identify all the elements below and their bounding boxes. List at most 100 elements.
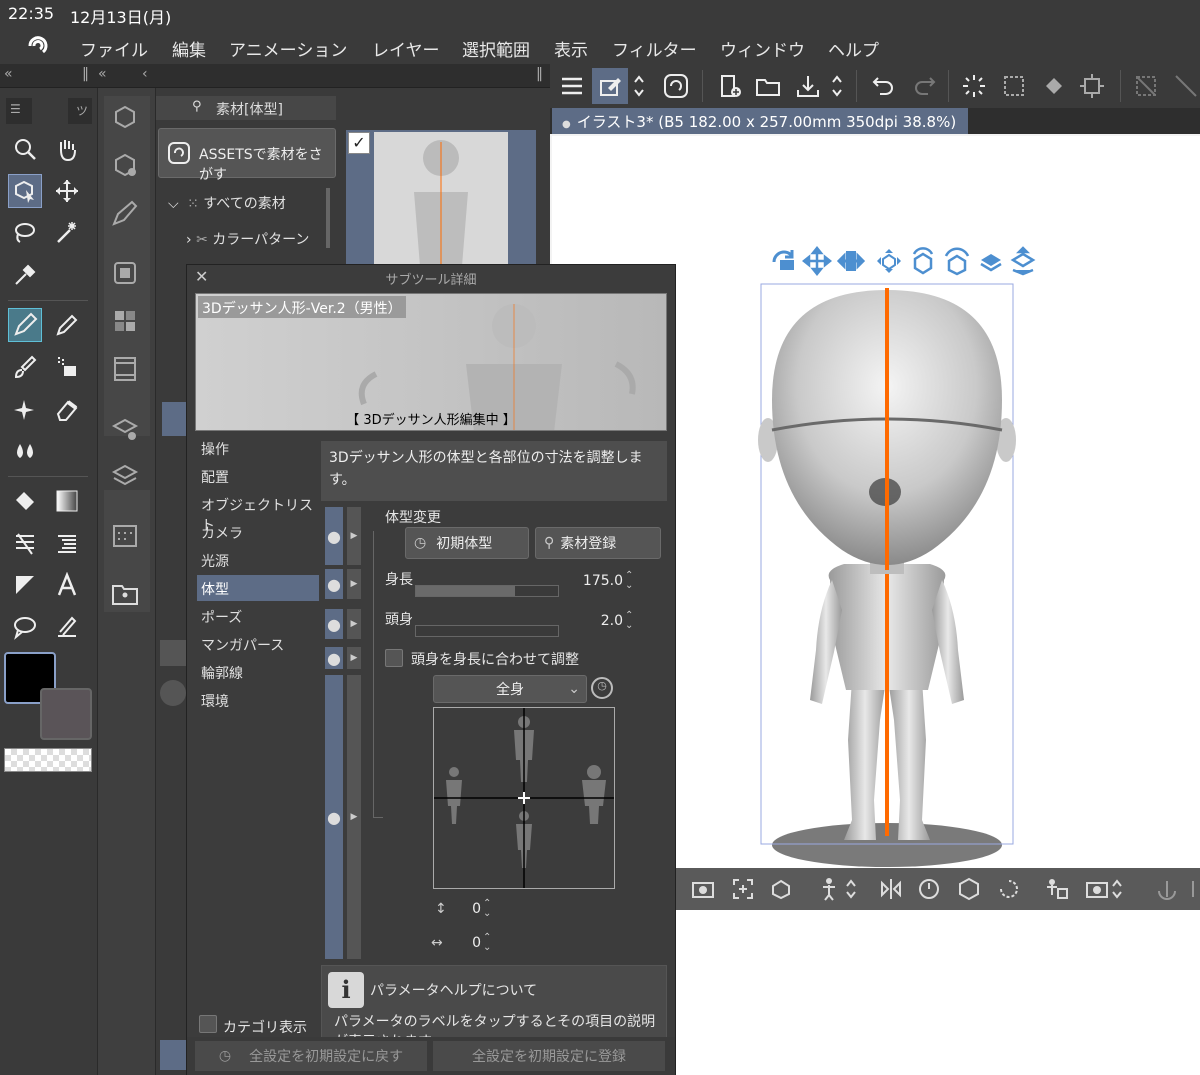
updown-icon[interactable] [1108,874,1126,904]
flip-icon[interactable] [876,874,906,904]
tool-palette-tab[interactable]: ☰ ツ [6,98,92,124]
frame-border-icon[interactable] [8,568,42,602]
figure-tool-icon[interactable] [8,526,42,560]
initial-body-button[interactable]: ◷ 初期体型 [405,527,529,559]
category-display-label[interactable]: カテゴリ表示 [223,1017,307,1037]
tree-item-color-pattern[interactable]: › ✂ カラーパターン [186,229,309,249]
category-operation[interactable]: 操作 [197,435,319,461]
rotate-object-icon[interactable] [908,246,938,276]
category-outline[interactable]: 輪郭線 [197,659,319,685]
layer-property-icon[interactable] [110,414,140,444]
camera-snapshot-icon[interactable] [688,874,718,904]
transform-icon[interactable] [1074,68,1110,104]
height-slider[interactable] [415,585,559,597]
horizontal-value[interactable]: 0 [457,935,481,951]
expand-arrow-icon[interactable]: ▶ [347,609,361,639]
menu-animation[interactable]: アニメーション [229,36,347,61]
timeline-icon[interactable] [110,354,140,384]
reset-pose-icon[interactable] [914,874,944,904]
expand-arrow-icon[interactable]: ▶ [347,675,361,959]
checkbox-checked-icon[interactable]: ✓ [348,132,370,154]
subtool-3d-icon[interactable] [110,150,140,180]
expand-arrow-icon[interactable]: ▶ [347,569,361,599]
open-folder-icon[interactable] [750,68,786,104]
assets-search-button[interactable]: ASSETSで素材をさがす [158,128,336,183]
reset-icon[interactable]: ◷ [591,677,613,699]
object-settings-icon[interactable] [954,874,984,904]
visibility-eye-icon[interactable]: ● [325,675,343,959]
color-set-icon[interactable] [110,306,140,336]
menu-layer[interactable]: レイヤー [372,36,440,61]
app-logo-icon[interactable] [24,32,52,60]
camera-zoom-icon[interactable] [836,246,866,276]
search-icon[interactable] [160,680,186,706]
updown-icon[interactable] [842,874,860,904]
rotate-plane-icon[interactable] [976,246,1006,276]
decoration-tool-icon[interactable] [8,392,42,426]
layers-icon[interactable] [110,460,140,490]
adjust-checkbox[interactable] [385,649,403,667]
move-tool-icon[interactable] [50,174,84,208]
pencil-tool-icon[interactable] [50,308,84,342]
undo-icon[interactable] [866,68,902,104]
adjust-checkbox-label[interactable]: 頭身を身長に合わせて調整 [411,649,579,669]
stepper-icon[interactable]: ⌃ ⌄ [625,571,633,591]
height-label[interactable]: 身長 [385,569,413,589]
category-display-checkbox[interactable] [199,1015,217,1033]
grip-icon[interactable]: ‖ [536,66,543,82]
reset-all-button[interactable]: ◷ 全設定を初期設定に戻す [195,1041,427,1071]
select-all-icon[interactable] [996,68,1032,104]
close-icon[interactable]: ✕ [195,267,208,286]
menu-window[interactable]: ウィンドウ [720,36,805,61]
object-tool-icon[interactable] [8,174,42,208]
text-tool-icon[interactable] [50,568,84,602]
visibility-eye-icon[interactable]: ● [325,647,343,669]
menu-filter[interactable]: フィルター [612,36,697,61]
category-pose[interactable]: ポーズ [197,603,319,629]
subtool-brush-icon[interactable] [110,198,140,228]
chevron-left-icon[interactable]: ‹ [142,66,148,82]
visibility-eye-icon[interactable]: ● [325,609,343,639]
stepper-icon[interactable]: ⌃ ⌄ [483,933,491,953]
document-tab[interactable]: ● イラスト3* (B5 182.00 x 257.00mm 350dpi 38.… [552,108,969,134]
updown-icon[interactable] [826,68,848,104]
menu-help[interactable]: ヘルプ [828,36,879,61]
category-light[interactable]: 光源 [197,547,319,573]
hand-tool-icon[interactable] [50,132,84,166]
menu-selection[interactable]: 選択範囲 [462,36,530,61]
category-environment[interactable]: 環境 [197,687,319,713]
tree-item-all[interactable]: ⌵ ⁙ すべての素材 [168,193,286,213]
hamburger-menu-icon[interactable] [554,68,590,104]
expand-arrow-icon[interactable]: ▶ [347,507,361,565]
category-camera[interactable]: カメラ [197,519,319,545]
head-ratio-value[interactable]: 2.0 [567,613,623,629]
subtool-object-icon[interactable] [110,102,140,132]
save-icon[interactable] [790,68,826,104]
category-placement[interactable]: 配置 [197,463,319,489]
expand-arrow-icon[interactable]: ▶ [347,647,361,669]
correct-line-icon[interactable] [50,610,84,644]
menu-view[interactable]: 表示 [554,36,588,61]
checkbox-icon[interactable] [160,1040,186,1070]
color-wheel-icon[interactable] [110,258,140,288]
calendar-icon[interactable] [110,520,140,550]
balloon-tool-icon[interactable] [8,610,42,644]
collapse-left-icon[interactable]: « [4,66,13,82]
zoom-tool-icon[interactable] [8,132,42,166]
airbrush-tool-icon[interactable] [50,350,84,384]
vertical-value[interactable]: 0 [457,901,481,917]
head-ratio-slider[interactable] [415,625,559,637]
head-ratio-label[interactable]: 頭身 [385,609,413,629]
category-body-shape[interactable]: 体型 [197,575,319,601]
clip-studio-icon[interactable] [658,68,694,104]
eraser-tool-icon[interactable] [50,392,84,426]
camera-pan-icon[interactable] [802,246,832,276]
transparent-color-swatch[interactable] [4,748,92,772]
anchor-icon[interactable] [1152,874,1182,904]
redo-icon[interactable] [906,68,942,104]
body-shape-pad[interactable] [433,707,615,889]
rotate-reset-icon[interactable] [994,874,1024,904]
tree-scrollbar[interactable] [326,188,330,248]
magic-wand-icon[interactable] [50,216,84,250]
eyedropper-icon[interactable] [8,258,42,292]
